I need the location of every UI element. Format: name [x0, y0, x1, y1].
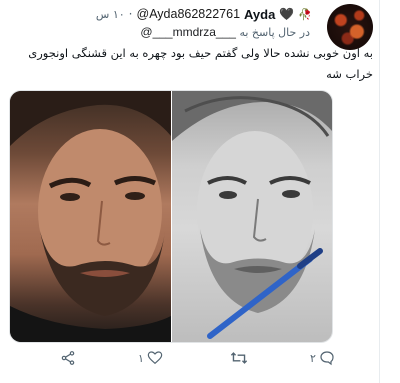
tweet-header: 🥀 🖤 Ayda @Ayda862822761 · ۱۰ س	[7, 5, 312, 23]
replying-to-handle[interactable]: @___mmdrza___	[140, 25, 236, 39]
reply-icon	[320, 351, 334, 366]
black-heart-emoji: 🖤	[279, 7, 295, 21]
author-display-name[interactable]: Ayda	[244, 7, 275, 22]
heart-icon	[147, 351, 163, 365]
like-button[interactable]: ۱	[138, 348, 163, 368]
reply-count: ۲	[310, 351, 316, 365]
tweet-actions: ۱ ۲	[60, 348, 340, 368]
tweet-timestamp[interactable]: ۱۰ س	[96, 8, 125, 21]
header-separator: ·	[128, 7, 133, 21]
media-illustration	[10, 91, 332, 342]
reply-button[interactable]: ۲	[310, 348, 335, 368]
retweet-button[interactable]	[230, 348, 251, 368]
replying-to-label: در حال پاسخ به	[239, 26, 310, 39]
tweet-card[interactable]: 🥀 🖤 Ayda @Ayda862822761 · ۱۰ س در حال پا…	[0, 0, 400, 383]
like-count: ۱	[138, 351, 144, 365]
rose-emoji: 🥀	[298, 7, 312, 21]
share-button[interactable]	[60, 348, 76, 368]
share-icon	[61, 351, 75, 365]
tweet-media[interactable]	[9, 90, 333, 343]
replying-to-line: در حال پاسخ به @___mmdrza___	[10, 25, 310, 41]
retweet-icon	[230, 352, 248, 364]
tweet-text: به اون خوبی نشده حالا ولی گفتم حیف بود چ…	[28, 46, 373, 81]
author-handle[interactable]: @Ayda862822761	[137, 7, 241, 21]
